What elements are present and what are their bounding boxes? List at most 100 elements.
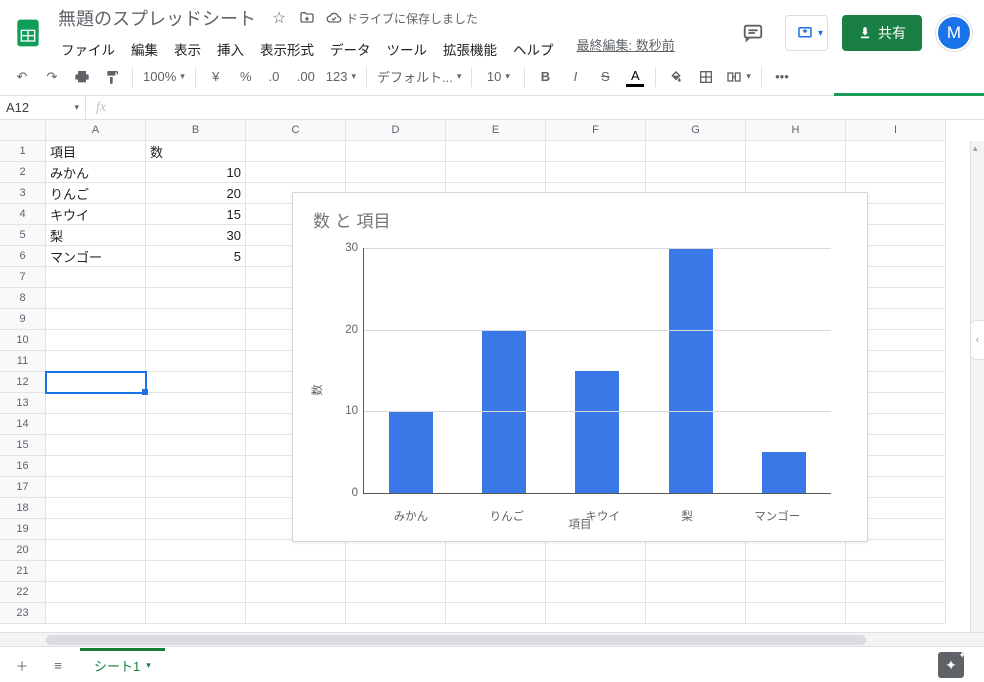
- cell-I21[interactable]: [846, 561, 946, 582]
- row-header-4[interactable]: 4: [0, 204, 46, 225]
- cell-H22[interactable]: [746, 582, 846, 603]
- font-dropdown[interactable]: デフォルト...: [373, 63, 465, 91]
- borders-button[interactable]: [692, 63, 720, 91]
- present-button[interactable]: ▾: [785, 15, 828, 51]
- cell-A18[interactable]: [46, 498, 146, 519]
- cell-G21[interactable]: [646, 561, 746, 582]
- select-all-corner[interactable]: [0, 120, 46, 141]
- cell-A19[interactable]: [46, 519, 146, 540]
- cell-E21[interactable]: [446, 561, 546, 582]
- cell-D20[interactable]: [346, 540, 446, 561]
- cell-I1[interactable]: [846, 141, 946, 162]
- cell-D1[interactable]: [346, 141, 446, 162]
- cell-A15[interactable]: [46, 435, 146, 456]
- cell-D21[interactable]: [346, 561, 446, 582]
- account-avatar[interactable]: M: [936, 15, 972, 51]
- row-header-15[interactable]: 15: [0, 435, 46, 456]
- cell-E22[interactable]: [446, 582, 546, 603]
- cell-C22[interactable]: [246, 582, 346, 603]
- star-icon[interactable]: ☆: [270, 9, 288, 27]
- text-color-button[interactable]: A: [621, 63, 649, 91]
- row-header-16[interactable]: 16: [0, 456, 46, 477]
- cell-H21[interactable]: [746, 561, 846, 582]
- paint-format-button[interactable]: [98, 63, 126, 91]
- explore-button[interactable]: ✦: [938, 652, 964, 678]
- cell-A21[interactable]: [46, 561, 146, 582]
- zoom-dropdown[interactable]: 100%: [139, 63, 189, 91]
- vertical-scrollbar[interactable]: ▴: [970, 141, 984, 632]
- cell-F1[interactable]: [546, 141, 646, 162]
- add-sheet-button[interactable]: ＋: [8, 652, 36, 680]
- cloud-saved-icon[interactable]: ドライブに保存しました: [326, 10, 478, 27]
- column-header-D[interactable]: D: [346, 120, 446, 141]
- row-header-5[interactable]: 5: [0, 225, 46, 246]
- cell-B7[interactable]: [146, 267, 246, 288]
- cell-D23[interactable]: [346, 603, 446, 624]
- cell-B2[interactable]: 10: [146, 162, 246, 183]
- row-header-6[interactable]: 6: [0, 246, 46, 267]
- column-header-F[interactable]: F: [546, 120, 646, 141]
- cell-E1[interactable]: [446, 141, 546, 162]
- cell-A17[interactable]: [46, 477, 146, 498]
- cell-E20[interactable]: [446, 540, 546, 561]
- cell-B22[interactable]: [146, 582, 246, 603]
- cell-A2[interactable]: みかん: [46, 162, 146, 183]
- cell-B21[interactable]: [146, 561, 246, 582]
- cell-G1[interactable]: [646, 141, 746, 162]
- cell-A6[interactable]: マンゴー: [46, 246, 146, 267]
- cell-A8[interactable]: [46, 288, 146, 309]
- sheet-tab[interactable]: シート1▾: [80, 647, 165, 682]
- cell-A1[interactable]: 項目: [46, 141, 146, 162]
- bold-button[interactable]: B: [531, 63, 559, 91]
- cell-A7[interactable]: [46, 267, 146, 288]
- cell-B14[interactable]: [146, 414, 246, 435]
- cell-I22[interactable]: [846, 582, 946, 603]
- cell-B15[interactable]: [146, 435, 246, 456]
- cell-H2[interactable]: [746, 162, 846, 183]
- increase-decimal-button[interactable]: .00: [292, 63, 320, 91]
- horizontal-scrollbar[interactable]: [0, 632, 984, 646]
- row-header-8[interactable]: 8: [0, 288, 46, 309]
- row-header-21[interactable]: 21: [0, 561, 46, 582]
- cell-A23[interactable]: [46, 603, 146, 624]
- cell-C2[interactable]: [246, 162, 346, 183]
- cell-B23[interactable]: [146, 603, 246, 624]
- cell-B18[interactable]: [146, 498, 246, 519]
- row-header-2[interactable]: 2: [0, 162, 46, 183]
- row-header-11[interactable]: 11: [0, 351, 46, 372]
- cell-F22[interactable]: [546, 582, 646, 603]
- cell-I20[interactable]: [846, 540, 946, 561]
- row-header-1[interactable]: 1: [0, 141, 46, 162]
- cell-B4[interactable]: 15: [146, 204, 246, 225]
- cell-B20[interactable]: [146, 540, 246, 561]
- cell-B5[interactable]: 30: [146, 225, 246, 246]
- row-header-22[interactable]: 22: [0, 582, 46, 603]
- column-header-C[interactable]: C: [246, 120, 346, 141]
- cell-F2[interactable]: [546, 162, 646, 183]
- column-header-A[interactable]: A: [46, 120, 146, 141]
- font-size-dropdown[interactable]: 10: [478, 63, 518, 91]
- row-header-19[interactable]: 19: [0, 519, 46, 540]
- sheets-logo-icon[interactable]: [8, 13, 48, 53]
- italic-button[interactable]: I: [561, 63, 589, 91]
- column-header-B[interactable]: B: [146, 120, 246, 141]
- redo-button[interactable]: ↷: [38, 63, 66, 91]
- cell-B17[interactable]: [146, 477, 246, 498]
- row-header-9[interactable]: 9: [0, 309, 46, 330]
- comment-history-icon[interactable]: [735, 15, 771, 51]
- cell-A12[interactable]: [46, 372, 146, 393]
- cell-F23[interactable]: [546, 603, 646, 624]
- cell-B19[interactable]: [146, 519, 246, 540]
- row-header-14[interactable]: 14: [0, 414, 46, 435]
- cell-F20[interactable]: [546, 540, 646, 561]
- row-header-17[interactable]: 17: [0, 477, 46, 498]
- move-folder-icon[interactable]: [298, 9, 316, 27]
- cell-B10[interactable]: [146, 330, 246, 351]
- cell-G23[interactable]: [646, 603, 746, 624]
- number-format-dropdown[interactable]: 123: [322, 63, 360, 91]
- fill-color-button[interactable]: [662, 63, 690, 91]
- cell-H23[interactable]: [746, 603, 846, 624]
- cell-D22[interactable]: [346, 582, 446, 603]
- row-header-3[interactable]: 3: [0, 183, 46, 204]
- cell-A11[interactable]: [46, 351, 146, 372]
